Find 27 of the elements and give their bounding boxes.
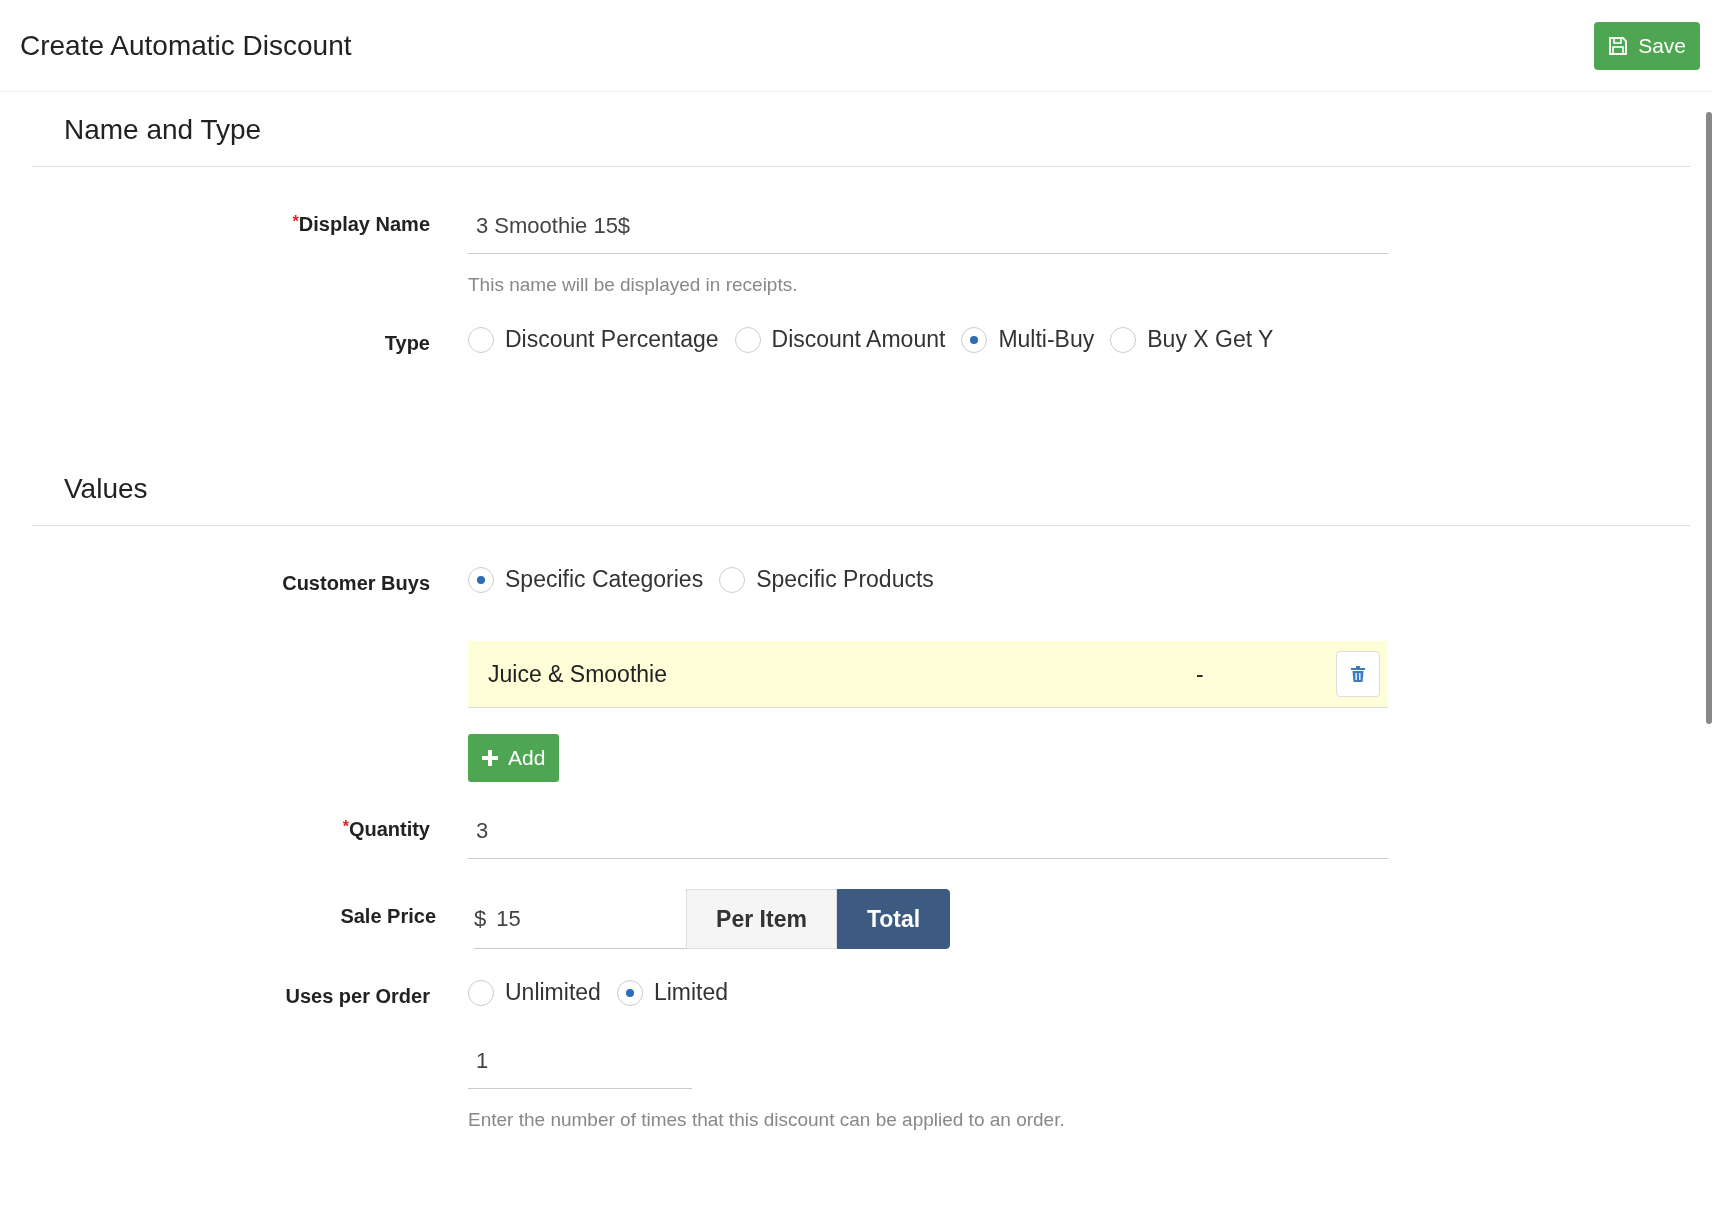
delete-button[interactable]: [1336, 651, 1380, 697]
radio-option[interactable]: Discount Amount: [734, 326, 946, 353]
field-label: Type: [384, 332, 430, 354]
radio-option[interactable]: Multi-Buy: [961, 326, 1095, 353]
radio-option[interactable]: Specific Categories: [468, 566, 704, 593]
scrollbar-thumb[interactable]: [1706, 112, 1712, 724]
trash-icon: [1351, 666, 1365, 682]
toggle-button[interactable]: Per Item: [686, 889, 837, 949]
help-text: Enter the number of times that this discount can be applied to an order.: [468, 1109, 1066, 1131]
page-title: Create Automatic Discount: [20, 29, 352, 62]
plus-icon: [482, 750, 498, 766]
section-heading: Name and Type: [32, 92, 1690, 167]
category-value: -: [1196, 660, 1205, 688]
radio-option[interactable]: Limited: [616, 979, 729, 1006]
radio-option[interactable]: Discount Percentage: [468, 326, 719, 353]
field-label: Customer Buys: [282, 572, 430, 594]
radio-option[interactable]: Buy X Get Y: [1110, 326, 1274, 353]
section-heading: Values: [32, 413, 1690, 526]
field-label: Sale Price: [340, 905, 436, 927]
field-label: *Quantity: [342, 818, 430, 840]
field-label: Uses per Order: [285, 985, 430, 1007]
category-name: Juice & Smoothie: [488, 660, 668, 688]
radio-option[interactable]: Specific Products: [719, 566, 934, 593]
toggle-button[interactable]: Total: [837, 889, 950, 949]
field-label: *Display Name: [292, 213, 430, 235]
help-text: This name will be displayed in receipts.: [468, 274, 799, 296]
radio-option[interactable]: Unlimited: [468, 979, 601, 1006]
